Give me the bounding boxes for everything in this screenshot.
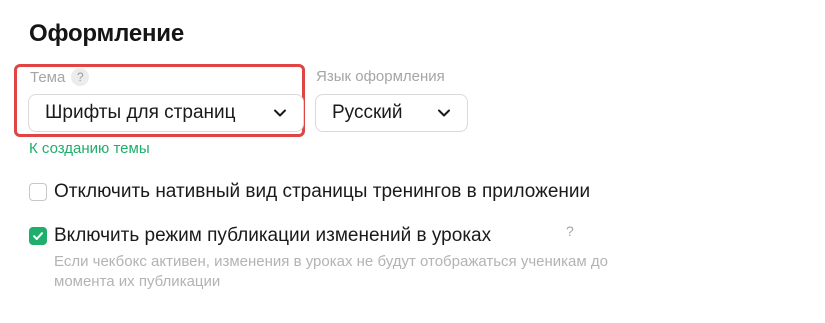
- appearance-settings: Оформление Тема ? Шрифты для страниц Язы…: [0, 0, 825, 323]
- native-view-checkbox[interactable]: [29, 183, 47, 201]
- language-select-value: Русский: [332, 102, 403, 123]
- publish-mode-option[interactable]: Включить режим публикации изменений в ур…: [29, 225, 491, 247]
- section-title: Оформление: [29, 20, 184, 47]
- native-view-option[interactable]: Отключить нативный вид страницы тренинго…: [29, 181, 590, 203]
- publish-mode-label: Включить режим публикации изменений в ур…: [54, 225, 492, 246]
- theme-label-group: Тема ?: [30, 68, 90, 86]
- theme-help-icon[interactable]: ?: [71, 68, 90, 86]
- language-label-group: Язык оформления: [316, 68, 445, 85]
- publish-mode-help-icon[interactable]: ?: [566, 223, 574, 239]
- publish-mode-checkbox[interactable]: [29, 227, 47, 245]
- theme-select[interactable]: Шрифты для страниц: [28, 94, 304, 132]
- check-icon: [33, 232, 43, 240]
- chevron-down-icon: [438, 109, 450, 117]
- publish-mode-hint: Если чекбокс активен, изменения в уроках…: [54, 253, 608, 290]
- language-select[interactable]: Русский: [315, 94, 468, 132]
- theme-select-value: Шрифты для страниц: [45, 102, 236, 123]
- chevron-down-icon: [274, 109, 286, 117]
- theme-label: Тема: [30, 68, 66, 86]
- create-theme-link[interactable]: К созданию темы: [29, 140, 150, 157]
- native-view-label: Отключить нативный вид страницы тренинго…: [54, 181, 591, 202]
- language-label: Язык оформления: [316, 68, 445, 85]
